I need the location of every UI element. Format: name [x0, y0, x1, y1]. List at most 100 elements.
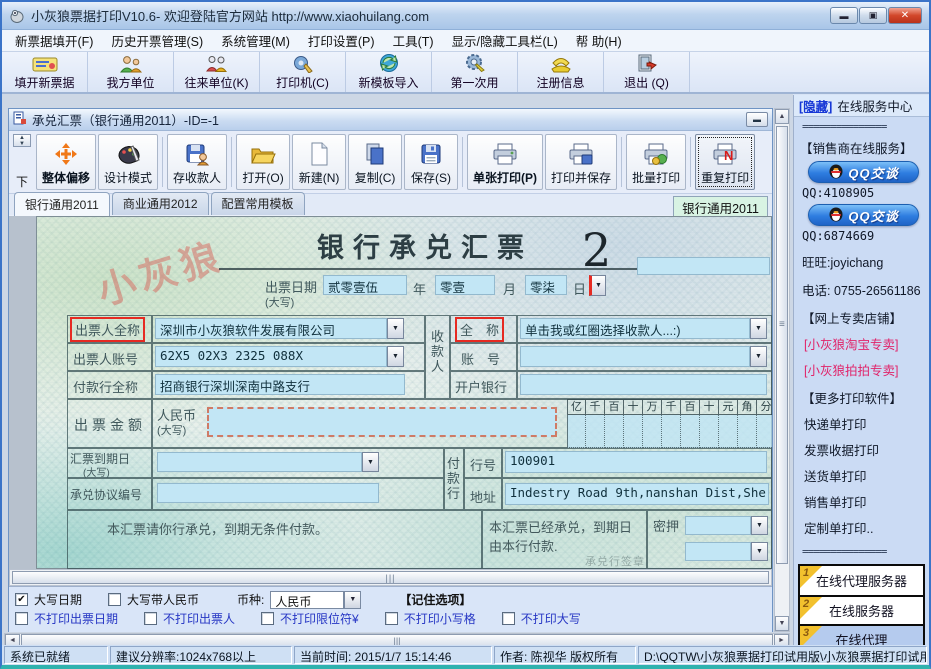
toolbar-new-ticket-button[interactable]: 填开新票据	[2, 52, 88, 92]
due-date-dropdown[interactable]	[362, 452, 379, 472]
design-mode-button[interactable]: 设计模式	[98, 134, 158, 190]
grid-digit-cell[interactable]	[643, 415, 662, 448]
save-button[interactable]: 保存(S)	[404, 134, 458, 190]
scroll-up-icon[interactable]: ▲	[775, 109, 789, 124]
print-single-button[interactable]: 单张打印(P)	[467, 134, 543, 190]
drawer-account-dropdown[interactable]	[387, 346, 404, 367]
payee-name-dropdown[interactable]	[750, 318, 767, 339]
no-print-uppercase-checkbox[interactable]	[502, 612, 515, 625]
menu-help[interactable]: 帮 助(H)	[567, 29, 631, 52]
payee-name-field[interactable]: 单击我或红圈选择收款人...:)	[520, 318, 750, 339]
save-payee-button[interactable]: 存收款人	[167, 134, 227, 190]
ticket-number-field[interactable]	[637, 257, 770, 275]
nudge-up-icon[interactable]: ▲▼	[13, 134, 31, 147]
secret-code-field-2[interactable]	[685, 542, 751, 561]
print-batch-button[interactable]: 批量打印	[626, 134, 686, 190]
minimize-button[interactable]: ▬	[830, 7, 858, 24]
toolbar-partners-button[interactable]: 往来单位(K)	[174, 52, 260, 92]
restore-button[interactable]: ▣	[859, 7, 887, 24]
grid-digit-cell[interactable]	[605, 415, 624, 448]
menu-history[interactable]: 历史开票管理(S)	[102, 29, 212, 52]
drawer-name-label[interactable]: 出票人全称	[70, 317, 145, 342]
issue-day-field[interactable]: 零柒	[525, 275, 567, 295]
child-minimize-button[interactable]: ▬	[746, 112, 768, 127]
amount-words-field[interactable]	[207, 407, 557, 437]
qq-chat-button-2[interactable]: QQ交谈	[808, 204, 919, 226]
qq-chat-button-1[interactable]: QQ交谈	[808, 161, 919, 183]
drawer-name-field[interactable]: 深圳市小灰狼软件发展有限公司	[155, 318, 387, 339]
uppercase-rmb-checkbox[interactable]	[108, 593, 121, 606]
toolbar-my-company-button[interactable]: 我方单位	[88, 52, 174, 92]
grid-digit-cell[interactable]	[586, 415, 605, 448]
grid-digit-cell[interactable]	[681, 415, 700, 448]
hide-sidebar-link[interactable]: [隐藏]	[799, 96, 832, 115]
menu-new-ticket[interactable]: 新票据填开(F)	[6, 29, 102, 52]
payee-bank-field[interactable]	[520, 374, 767, 395]
menu-print-settings[interactable]: 打印设置(P)	[299, 29, 384, 52]
menu-toggle-toolbar[interactable]: 显示/隐藏工具栏(L)	[443, 29, 567, 52]
issue-year-field[interactable]: 贰零壹伍	[323, 275, 407, 295]
open-button[interactable]: 打开(O)	[236, 134, 290, 190]
drawer-account-field[interactable]: 62X5 02X3 2325 088X	[155, 346, 387, 367]
nudge-control[interactable]: ▲▼ 下	[11, 134, 33, 190]
bank-code-field[interactable]: 100901	[505, 451, 767, 473]
currency-select[interactable]: 人民币	[270, 591, 361, 609]
grid-digit-cell[interactable]	[719, 415, 738, 448]
payee-account-dropdown[interactable]	[750, 346, 767, 367]
invoice-print-link[interactable]: 发票收据打印	[804, 440, 929, 459]
no-print-smallgrid-checkbox[interactable]	[385, 612, 398, 625]
issue-month-field[interactable]: 零壹	[435, 275, 495, 295]
tab-commercial-2012[interactable]: 商业通用2012	[112, 192, 209, 215]
rank-row-1[interactable]: 1 在线代理服务器	[800, 566, 923, 595]
toolbar-exit-button[interactable]: 退出 (Q)	[604, 52, 690, 92]
uppercase-date-checkbox[interactable]	[15, 593, 28, 606]
grid-digit-cell[interactable]	[757, 415, 772, 448]
toolbar-first-time-button[interactable]: 第一次用	[432, 52, 518, 92]
offset-button[interactable]: 整体偏移	[36, 134, 96, 190]
payee-account-field[interactable]	[520, 346, 750, 367]
tab-bank-2011[interactable]: 银行通用2011	[14, 192, 110, 216]
toolbar-printer-button[interactable]: 打印机(C)	[260, 52, 346, 92]
delivery-print-link[interactable]: 送货单打印	[804, 466, 929, 485]
grid-digit-cell[interactable]	[567, 415, 586, 448]
new-button[interactable]: 新建(N)	[292, 134, 346, 190]
taobao-shop-link[interactable]: [小灰狼淘宝专卖]	[804, 334, 929, 353]
drawer-name-dropdown[interactable]	[387, 318, 404, 339]
grid-digit-cell[interactable]	[662, 415, 681, 448]
bill-horizontal-scrollbar[interactable]: |||	[9, 569, 772, 586]
secret-code-dropdown-1[interactable]	[751, 516, 768, 535]
rank-row-2[interactable]: 2 在线服务器	[800, 595, 923, 624]
sales-print-link[interactable]: 销售单打印	[804, 492, 929, 511]
mdi-vertical-scrollbar[interactable]: ▲ ▼	[774, 108, 790, 632]
print-save-button[interactable]: 打印并保存	[545, 134, 617, 190]
secret-code-field-1[interactable]	[685, 516, 751, 535]
toolbar-register-info-button[interactable]: 注册信息	[518, 52, 604, 92]
no-print-date-checkbox[interactable]	[15, 612, 28, 625]
grid-digit-cell[interactable]	[700, 415, 719, 448]
scroll-down-icon[interactable]: ▼	[775, 616, 789, 631]
rank-row-3[interactable]: 3 在线代理	[800, 624, 923, 647]
due-date-field[interactable]	[157, 452, 362, 472]
secret-code-dropdown-2[interactable]	[751, 542, 768, 561]
no-print-limiter-checkbox[interactable]	[261, 612, 274, 625]
print-repeat-button[interactable]: N 重复打印	[695, 134, 755, 190]
tab-template-config[interactable]: 配置常用模板	[211, 192, 305, 215]
menu-tools[interactable]: 工具(T)	[384, 29, 443, 52]
custom-print-link[interactable]: 定制单打印..	[804, 518, 929, 537]
no-print-drawer-checkbox[interactable]	[144, 612, 157, 625]
payee-name-label[interactable]: 全 称	[455, 317, 504, 342]
currency-dropdown-icon[interactable]	[344, 591, 361, 609]
express-print-link[interactable]: 快递单打印	[804, 414, 929, 433]
remember-options-button[interactable]: 【记住选项】	[399, 591, 471, 608]
close-button[interactable]: ✕	[888, 7, 922, 24]
bank-addr-field[interactable]: Indestry Road 9th,nanshan Dist,She	[505, 483, 769, 505]
copy-button[interactable]: 复制(C)	[348, 134, 402, 190]
date-dropdown-button[interactable]	[589, 275, 606, 296]
agreement-field[interactable]	[157, 483, 379, 503]
grid-digit-cell[interactable]	[624, 415, 643, 448]
scrollbar-thumb[interactable]: |||	[12, 571, 769, 584]
scrollbar-thumb[interactable]	[776, 126, 788, 564]
paipai-shop-link[interactable]: [小灰狼拍拍专卖]	[804, 360, 929, 379]
menu-system[interactable]: 系统管理(M)	[212, 29, 299, 52]
toolbar-template-import-button[interactable]: 新模板导入	[346, 52, 432, 92]
